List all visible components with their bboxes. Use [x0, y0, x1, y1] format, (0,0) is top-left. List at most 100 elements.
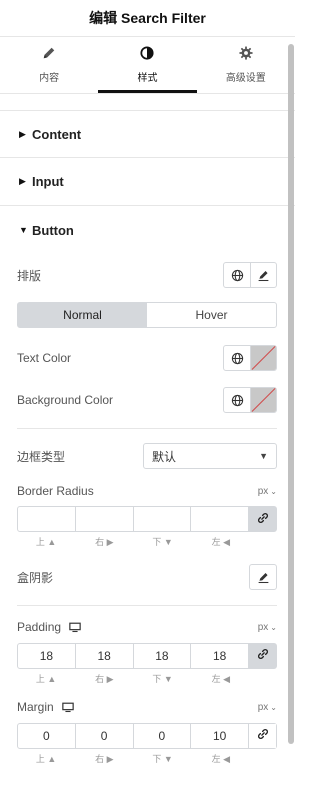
- margin-label: Margin: [17, 699, 54, 714]
- half-circle-icon: [140, 46, 155, 63]
- margin-bottom[interactable]: 0: [134, 723, 192, 748]
- border-radius-bottom[interactable]: [134, 507, 192, 531]
- divider: [17, 428, 277, 429]
- side-label-top: 上 ▲: [35, 673, 57, 684]
- side-label-right: 右 ▶: [95, 537, 114, 547]
- link-values-button[interactable]: [249, 643, 276, 668]
- margin-side-labels: 上 ▲ 右 ▶ 下 ▼ 左 ◀: [17, 752, 277, 765]
- globe-icon[interactable]: [224, 346, 250, 370]
- side-label-right: 右 ▶: [95, 673, 114, 684]
- desktop-icon[interactable]: [61, 701, 74, 715]
- tab-content-label: 内容: [39, 73, 60, 84]
- chevron-down-icon: ▼: [259, 451, 268, 461]
- scrollbar-thumb[interactable]: [288, 44, 294, 744]
- caret-right-icon: ▶: [19, 176, 26, 186]
- caret-right-icon: ▶: [19, 128, 26, 139]
- border-radius-left[interactable]: [191, 507, 249, 531]
- unit-label: px: [257, 701, 269, 713]
- state-normal-tab[interactable]: Normal: [18, 303, 147, 327]
- border-radius-label: Border Radius: [17, 484, 94, 498]
- tab-style[interactable]: 样式: [98, 37, 197, 93]
- border-radius-side-labels: 上 ▲ 右 ▶ 下 ▼ 左 ◀: [17, 535, 277, 548]
- edit-pencil-icon[interactable]: [250, 263, 276, 287]
- section-button-toggle[interactable]: ▼ Button: [0, 206, 295, 254]
- border-type-control: 边框类型 默认 ▼: [17, 443, 277, 469]
- typography-control: 排版: [17, 262, 277, 288]
- state-hover-tab[interactable]: Hover: [147, 303, 276, 327]
- desktop-icon[interactable]: [69, 621, 81, 635]
- chevron-down-icon: ⌄: [270, 702, 277, 712]
- panel-title: 编辑 Search Filter: [89, 10, 206, 26]
- tab-content[interactable]: 内容: [0, 37, 98, 93]
- link-values-button[interactable]: [249, 507, 276, 531]
- edit-pencil-icon[interactable]: [250, 565, 276, 589]
- padding-label-wrap: Padding: [17, 620, 81, 635]
- side-label-bottom: 下 ▼: [152, 753, 173, 764]
- border-type-label: 边框类型: [17, 449, 66, 464]
- padding-side-labels: 上 ▲ 右 ▶ 下 ▼ 左 ◀: [17, 672, 277, 685]
- button-section-body: 排版 Normal Hover Text Color Background Co…: [0, 262, 295, 765]
- side-label-left: 左 ◀: [211, 537, 231, 547]
- section-button-title: Button: [32, 222, 74, 238]
- side-label-top: 上 ▲: [35, 753, 57, 764]
- padding-bottom[interactable]: 18: [134, 643, 192, 668]
- panel-header: 编辑 Search Filter: [0, 0, 295, 36]
- section-content-title: Content: [32, 126, 82, 142]
- margin-label-wrap: Margin: [17, 700, 74, 715]
- unit-label: px: [257, 485, 269, 497]
- text-color-actions: [223, 345, 277, 371]
- state-switcher: Normal Hover: [17, 302, 277, 328]
- padding-left[interactable]: 18: [191, 643, 249, 668]
- padding-top[interactable]: 18: [18, 643, 76, 668]
- border-radius-top[interactable]: [18, 507, 76, 531]
- section-content-toggle[interactable]: ▶ Content: [0, 110, 295, 158]
- border-radius-right[interactable]: [76, 507, 134, 531]
- side-label-top: 上 ▲: [35, 537, 57, 547]
- padding-inputs: 18 18 18 18: [17, 642, 277, 669]
- link-values-button[interactable]: [249, 723, 276, 748]
- tab-style-label: 样式: [137, 73, 158, 84]
- pencil-icon: [42, 46, 56, 63]
- section-input-title: Input: [32, 174, 64, 189]
- section-input-toggle[interactable]: ▶ Input: [0, 158, 295, 206]
- divider: [17, 605, 277, 606]
- scrollbar[interactable]: [287, 40, 295, 750]
- background-color-control: Background Color: [17, 387, 277, 413]
- text-color-control: Text Color: [17, 345, 277, 371]
- tab-advanced-label: 高级设置: [225, 73, 266, 84]
- padding-right[interactable]: 18: [76, 643, 134, 668]
- unit-label: px: [257, 621, 269, 633]
- border-radius-header: Border Radius px ⌄: [17, 484, 277, 498]
- globe-icon[interactable]: [224, 263, 250, 287]
- side-label-right: 右 ▶: [95, 753, 114, 764]
- box-shadow-control: 盒阴影: [17, 564, 277, 590]
- margin-left[interactable]: 10: [191, 723, 249, 748]
- link-icon: [257, 728, 269, 743]
- typography-label: 排版: [17, 268, 42, 283]
- globe-icon[interactable]: [224, 388, 250, 412]
- border-type-select[interactable]: 默认 ▼: [143, 443, 277, 469]
- side-label-left: 左 ◀: [211, 753, 231, 764]
- margin-inputs: 0 0 0 10: [17, 722, 277, 749]
- text-color-swatch[interactable]: [250, 346, 276, 370]
- caret-down-icon: ▼: [19, 225, 28, 235]
- text-color-label: Text Color: [17, 351, 72, 365]
- border-radius-inputs: [17, 506, 277, 532]
- box-shadow-label: 盒阴影: [17, 570, 54, 585]
- link-icon: [257, 648, 269, 663]
- margin-right[interactable]: 0: [76, 723, 134, 748]
- side-label-left: 左 ◀: [211, 673, 231, 684]
- side-label-bottom: 下 ▼: [152, 537, 173, 547]
- margin-header: Margin px ⌄: [17, 700, 277, 715]
- link-icon: [257, 512, 269, 527]
- background-color-swatch[interactable]: [250, 388, 276, 412]
- background-color-actions: [223, 387, 277, 413]
- margin-unit-select[interactable]: px ⌄: [258, 702, 277, 713]
- border-type-value: 默认: [152, 449, 177, 464]
- padding-unit-select[interactable]: px ⌄: [258, 622, 277, 633]
- tab-advanced[interactable]: 高级设置: [197, 37, 295, 93]
- background-color-label: Background Color: [17, 393, 114, 407]
- margin-top[interactable]: 0: [18, 723, 76, 748]
- border-radius-unit-select[interactable]: px ⌄: [258, 486, 277, 497]
- padding-header: Padding px ⌄: [17, 620, 277, 635]
